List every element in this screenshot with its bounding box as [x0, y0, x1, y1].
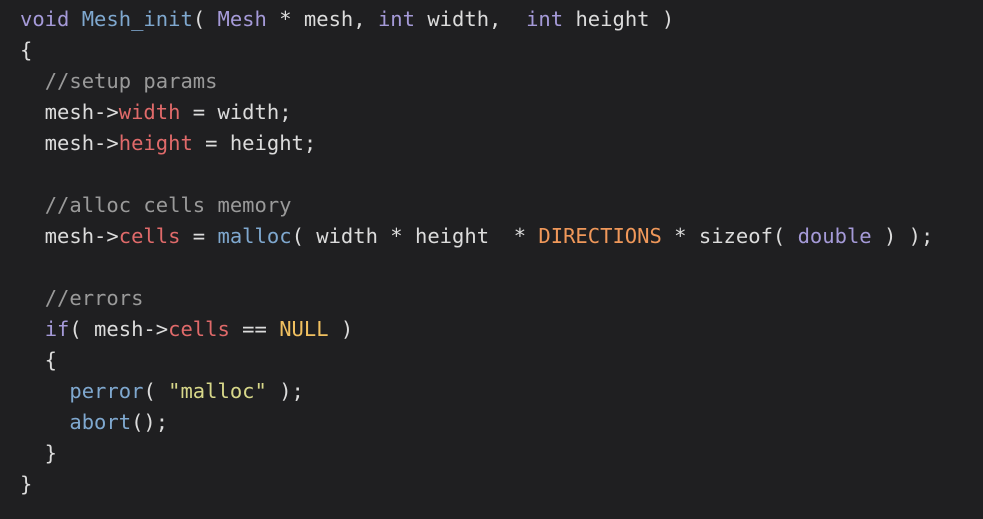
code-token: int: [377, 7, 415, 31]
code-token: * sizeof(: [661, 224, 798, 248]
code-token: }: [20, 472, 33, 496]
code-token: malloc: [217, 224, 292, 248]
code-token: NULL: [279, 317, 329, 341]
code-token: if: [44, 317, 70, 341]
code-token: int: [526, 7, 564, 31]
code-token: width,: [415, 7, 527, 31]
code-line: mesh->height = height;: [20, 128, 983, 159]
code-line: perror( "malloc" );: [20, 376, 983, 407]
code-token: ): [328, 317, 354, 341]
code-line: {: [20, 345, 983, 376]
code-token: height ): [563, 7, 675, 31]
code-token: DIRECTIONS: [538, 224, 662, 248]
code-token: ();: [131, 410, 169, 434]
code-token: void: [20, 7, 70, 31]
code-token: ==: [229, 317, 280, 341]
code-line: mesh->cells = malloc( width * height * D…: [20, 221, 983, 252]
code-token: ( mesh->: [69, 317, 169, 341]
code-token: (: [143, 379, 169, 403]
code-token: (: [192, 7, 218, 31]
code-token: cells: [168, 317, 230, 341]
code-token: mesh->: [20, 100, 119, 124]
code-token: {: [20, 38, 33, 62]
code-token: abort: [69, 410, 132, 434]
code-line: //errors: [20, 283, 983, 314]
code-token: * mesh,: [266, 7, 378, 31]
code-line: }: [20, 469, 983, 500]
code-token: }: [20, 441, 58, 465]
code-line: //setup params: [20, 66, 983, 97]
code-token: width: [118, 100, 181, 124]
code-token: = height;: [192, 131, 317, 155]
code-token: mesh->: [20, 131, 119, 155]
code-line: abort();: [20, 407, 983, 438]
code-block: void Mesh_init( Mesh * mesh, int width, …: [20, 4, 983, 500]
code-token: //alloc cells memory: [44, 193, 292, 217]
code-line: mesh->width = width;: [20, 97, 983, 128]
code-token: ) );: [871, 224, 934, 248]
code-editor[interactable]: void Mesh_init( Mesh * mesh, int width, …: [0, 0, 983, 519]
code-token: );: [266, 379, 304, 403]
code-token: =: [180, 224, 218, 248]
code-token: = width;: [180, 100, 292, 124]
code-token: Mesh_init: [81, 7, 193, 31]
code-line: void Mesh_init( Mesh * mesh, int width, …: [20, 4, 983, 35]
code-token: //setup params: [44, 69, 218, 93]
code-token: Mesh: [217, 7, 267, 31]
code-line: {: [20, 35, 983, 66]
code-line: //alloc cells memory: [20, 190, 983, 221]
code-token: ( width * height *: [291, 224, 539, 248]
code-token: //errors: [44, 286, 144, 310]
code-token: height: [118, 131, 193, 155]
code-token: perror: [69, 379, 144, 403]
code-line: }: [20, 438, 983, 469]
code-token: mesh->: [20, 224, 119, 248]
code-line: if( mesh->cells == NULL ): [20, 314, 983, 345]
code-token: {: [20, 348, 58, 372]
code-token: double: [797, 224, 872, 248]
code-token: cells: [118, 224, 181, 248]
code-token: "malloc": [168, 379, 267, 403]
